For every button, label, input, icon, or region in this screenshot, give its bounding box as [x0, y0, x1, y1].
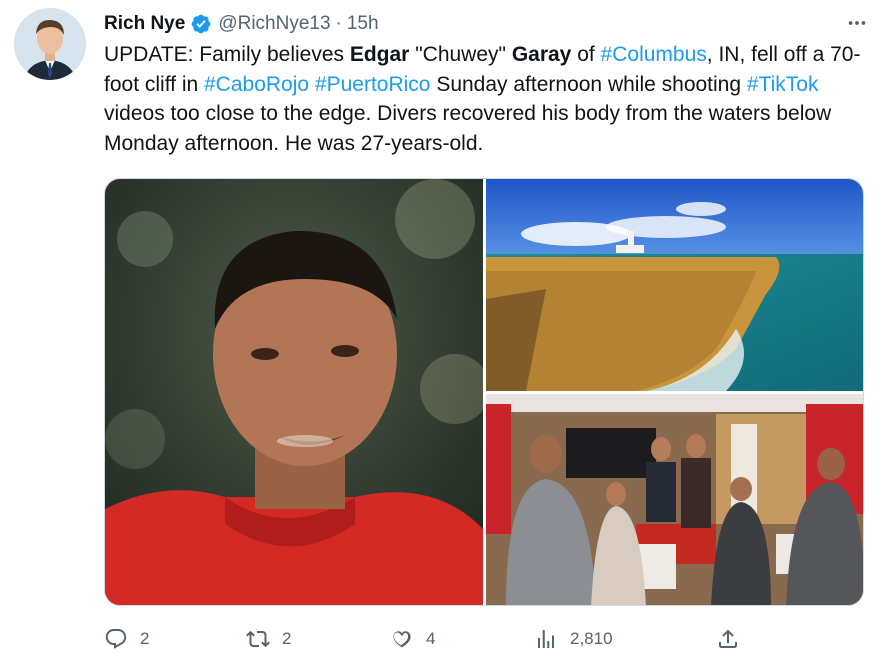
tweet-action-bar: 2 2 4 2,810 — [104, 624, 874, 654]
verified-badge-icon — [191, 14, 211, 34]
repost-button[interactable]: 2 — [246, 624, 291, 654]
author-avatar[interactable] — [14, 8, 86, 80]
share-icon — [719, 629, 737, 648]
reply-count: 2 — [140, 629, 150, 648]
cliff-photo-image — [486, 179, 863, 391]
share-button[interactable] — [716, 624, 740, 654]
reply-icon — [105, 629, 127, 649]
tweet-text-segment: Sunday afternoon while shooting — [430, 72, 747, 96]
repost-count: 2 — [282, 629, 292, 648]
reply-button[interactable]: 2 — [104, 624, 149, 654]
family-photo-image — [486, 394, 863, 605]
media-photo-family[interactable] — [486, 394, 863, 605]
like-button[interactable]: 4 — [390, 624, 435, 654]
author-avatar-image — [14, 8, 86, 80]
tweet-header: Rich Nye @RichNye13 · 15h — [104, 12, 872, 36]
header-separator: · — [335, 13, 342, 34]
more-icon — [848, 21, 866, 25]
tweet-bold-name: Garay — [511, 43, 572, 66]
like-icon — [393, 631, 411, 648]
hashtag-link[interactable]: #Columbus — [601, 43, 707, 66]
author-name[interactable]: Rich Nye — [104, 13, 185, 35]
hashtag-link[interactable]: #TikTok — [747, 73, 819, 96]
tweet-text-segment: videos too close to the edge. Divers rec… — [104, 102, 832, 155]
media-grid — [104, 178, 864, 606]
views-icon — [538, 630, 554, 648]
views-button[interactable]: 2,810 — [534, 624, 613, 654]
author-handle[interactable]: @RichNye13 — [218, 13, 330, 35]
hashtag-link[interactable]: #CaboRojo — [204, 73, 309, 96]
media-photo-cliff[interactable] — [486, 179, 863, 391]
tweet-text: UPDATE: Family believes Edgar "Chuwey" G… — [104, 40, 874, 158]
tweet-text-segment: of — [571, 43, 601, 66]
views-count: 2,810 — [570, 629, 613, 648]
repost-icon — [246, 630, 270, 648]
tweet-bold-name: Edgar — [349, 43, 410, 66]
more-options-button[interactable] — [842, 10, 872, 36]
tweet-text-segment: "Chuwey" — [409, 43, 512, 66]
hashtag-link[interactable]: #PuertoRico — [315, 73, 431, 96]
tweet-text-segment: UPDATE: Family believes — [104, 43, 350, 66]
tweet-timestamp[interactable]: 15h — [347, 13, 379, 35]
portrait-photo-image — [105, 179, 483, 605]
media-photo-portrait[interactable] — [105, 179, 483, 605]
like-count: 4 — [426, 629, 436, 648]
